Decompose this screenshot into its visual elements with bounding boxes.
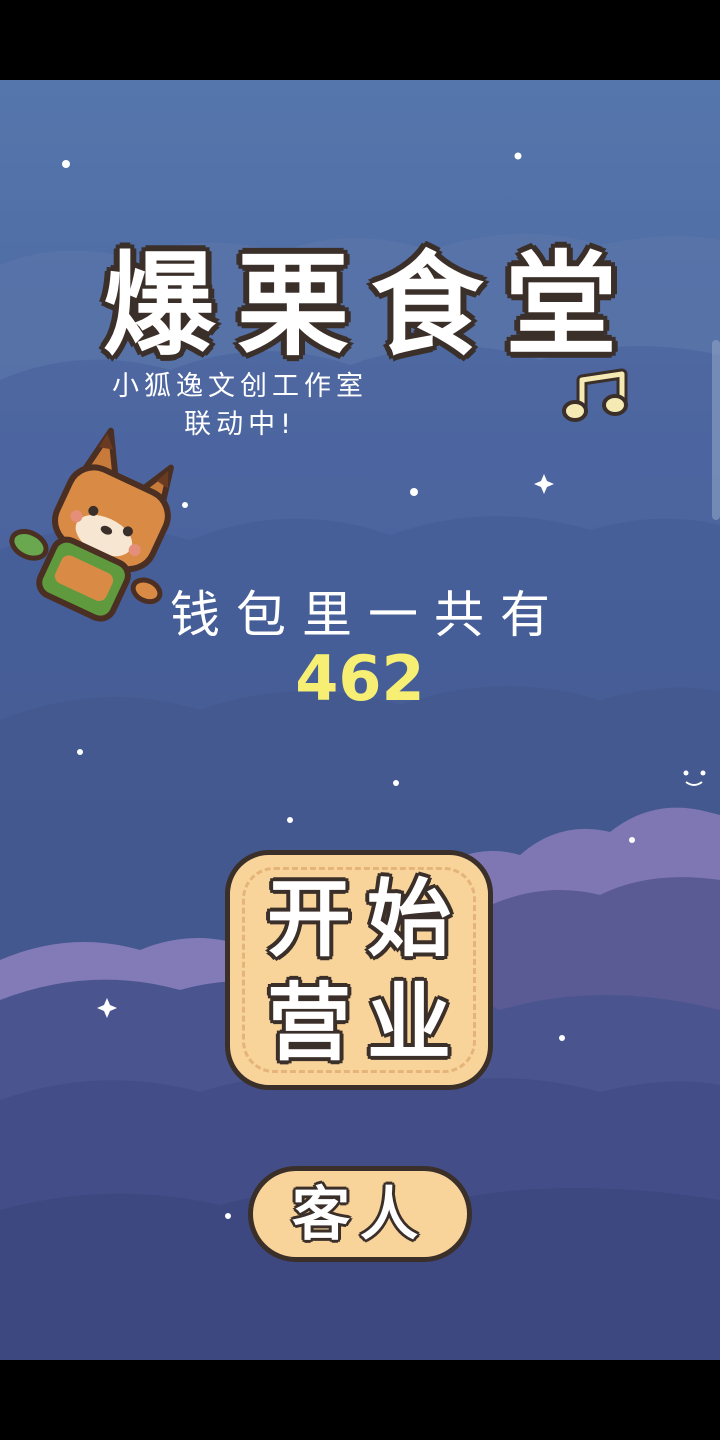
start-button-label: 开始 营业 [238, 867, 496, 1075]
status-bar-area [0, 0, 720, 80]
navigation-bar-area [0, 1360, 720, 1440]
wallet-amount: 462 [295, 642, 425, 715]
guests-button[interactable]: 客人 [248, 1166, 472, 1262]
collab-line-1: 小狐逸文创工作室 [112, 371, 368, 402]
wallet-label: 钱包里一共有 [170, 586, 566, 644]
start-button-line-2: 营业 [266, 974, 467, 1072]
music-note-icon [562, 368, 628, 422]
start-button-line-1: 开始 [266, 870, 467, 968]
music-toggle-button[interactable] [560, 366, 640, 426]
game-scene: 爆栗食堂 小狐逸文创工作室 联动中! 钱包里一共有 462 开始 营业 客人 [0, 80, 720, 1360]
start-business-button[interactable]: 开始 营业 [225, 850, 493, 1090]
game-title: 爆栗食堂 [103, 241, 639, 371]
